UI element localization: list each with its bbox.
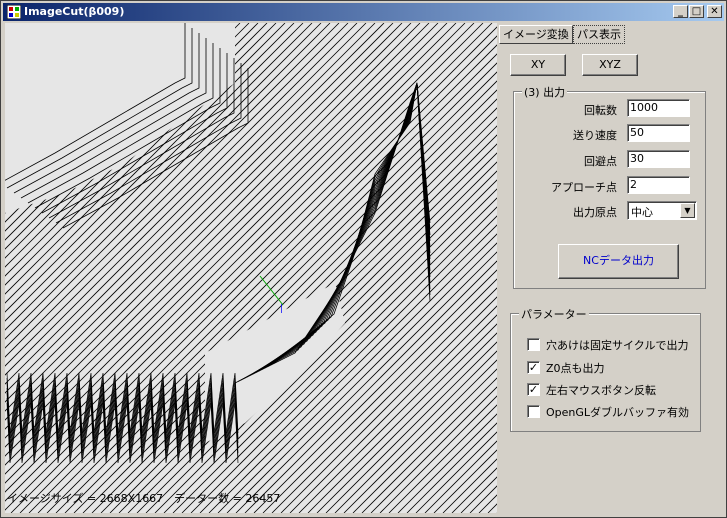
toolpath-view[interactable]: | — [5, 23, 497, 513]
chevron-down-icon[interactable]: ▼ — [680, 203, 695, 218]
output-origin-label: 出力原点 — [573, 206, 617, 219]
close-button[interactable]: ✕ — [707, 5, 722, 18]
toolpath-drawing: | — [5, 23, 497, 513]
wave-line — [6, 387, 239, 449]
checkbox-label: Z0点も出力 — [546, 362, 605, 375]
spindle-speed-input[interactable]: 1000 — [627, 99, 690, 117]
approach-point-input[interactable]: 2 — [627, 176, 690, 194]
parameter-group: パラメーター 穴あけは固定サイクルで出力 ✓ Z0点も出力 ✓ 左右マウスボタン… — [510, 306, 701, 432]
feed-rate-input[interactable]: 50 — [627, 124, 690, 142]
hatch-line — [280, 296, 497, 513]
hatch-line — [172, 188, 497, 513]
hatch-line — [226, 242, 497, 513]
hatch-line — [433, 449, 497, 513]
right-panel: XY XYZ (3) 出力 回転数 1000 送り速度 50 回避点 30 アプ… — [501, 45, 723, 513]
hatch-line — [217, 233, 497, 513]
parameter-group-legend: パラメーター — [519, 306, 589, 322]
hatch-line — [406, 422, 497, 513]
retract-point-input[interactable]: 30 — [627, 150, 690, 168]
title-bar[interactable]: ImageCut(β009) _ □ ✕ — [3, 3, 724, 21]
checkbox-box[interactable] — [527, 405, 540, 418]
output-group-legend: (3) 出力 — [522, 84, 568, 100]
hatch-line — [469, 485, 497, 513]
xyz-view-button[interactable]: XYZ — [582, 54, 638, 76]
hatch-line — [352, 368, 497, 513]
app-icon — [7, 5, 21, 19]
checkbox-box[interactable] — [527, 338, 540, 351]
xy-view-button[interactable]: XY — [510, 54, 566, 76]
hatch-line — [235, 251, 497, 513]
checkbox-box[interactable]: ✓ — [527, 361, 540, 374]
checkbox-box[interactable]: ✓ — [527, 383, 540, 396]
retract-point-label: 回避点 — [584, 155, 617, 168]
checkbox-label: OpenGLダブルバッファ有効 — [546, 406, 690, 419]
flat-region — [5, 23, 235, 213]
spindle-speed-label: 回転数 — [584, 104, 617, 117]
checkbox-label: 左右マウスボタン反転 — [546, 384, 656, 397]
maximize-button[interactable]: □ — [689, 5, 704, 18]
app-window: ImageCut(β009) _ □ ✕ | イメージサイズ = 2668X16… — [0, 0, 727, 518]
tab-path-view[interactable]: パス表示 — [573, 25, 625, 44]
output-origin-select[interactable]: 中心 ▼ — [627, 201, 697, 220]
hatch-line — [370, 386, 497, 513]
hatch-line — [460, 476, 497, 513]
output-group: (3) 出力 回転数 1000 送り速度 50 回避点 30 アプローチ点 2 … — [513, 84, 706, 289]
tab-image-convert[interactable]: イメージ変換 — [499, 25, 573, 44]
approach-point-label: アプローチ点 — [551, 181, 617, 194]
hatch-line — [442, 458, 497, 513]
axis-z-marker: | — [280, 304, 283, 314]
hatch-line — [262, 278, 497, 513]
hatch-line — [379, 395, 497, 513]
status-text: イメージサイズ = 2668X1667 データー数 = 26457 — [7, 492, 281, 505]
minimize-button[interactable]: _ — [673, 5, 688, 18]
hatch-line — [289, 305, 497, 513]
hatch-line — [316, 332, 497, 513]
output-origin-value: 中心 — [631, 206, 653, 219]
feed-rate-label: 送り速度 — [573, 129, 617, 142]
hatch-line — [253, 269, 497, 513]
window-title: ImageCut(β009) — [24, 5, 125, 18]
hatch-line — [343, 359, 497, 513]
checkbox-label: 穴あけは固定サイクルで出力 — [546, 339, 689, 352]
nc-output-button[interactable]: NCデータ出力 — [558, 244, 679, 279]
